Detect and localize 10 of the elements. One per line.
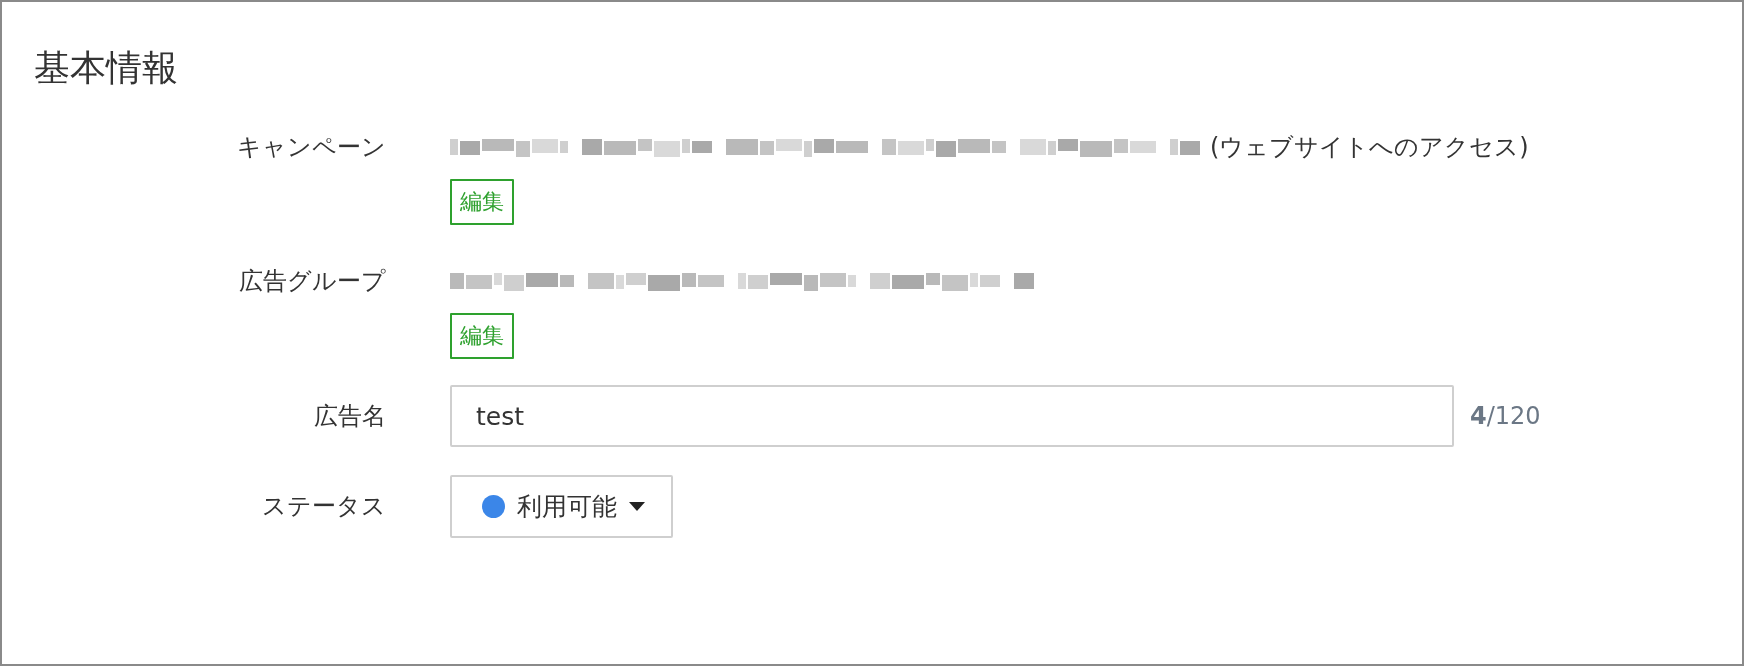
field-label: ステータス bbox=[261, 491, 386, 523]
field-label: 広告グループ bbox=[238, 266, 386, 298]
status-dropdown[interactable]: 利用可能 bbox=[450, 475, 673, 539]
ad-name-field[interactable]: test bbox=[450, 385, 1454, 448]
field-label: 広告名 bbox=[313, 401, 386, 433]
character-counter: 4/120 bbox=[1470, 402, 1541, 431]
section-title: 基本情報 bbox=[33, 46, 179, 90]
caret-icon bbox=[629, 501, 645, 512]
field-label: キャンペーン bbox=[236, 132, 386, 164]
objective-text: (ウェブサイトへのアクセス) bbox=[1210, 132, 1529, 164]
